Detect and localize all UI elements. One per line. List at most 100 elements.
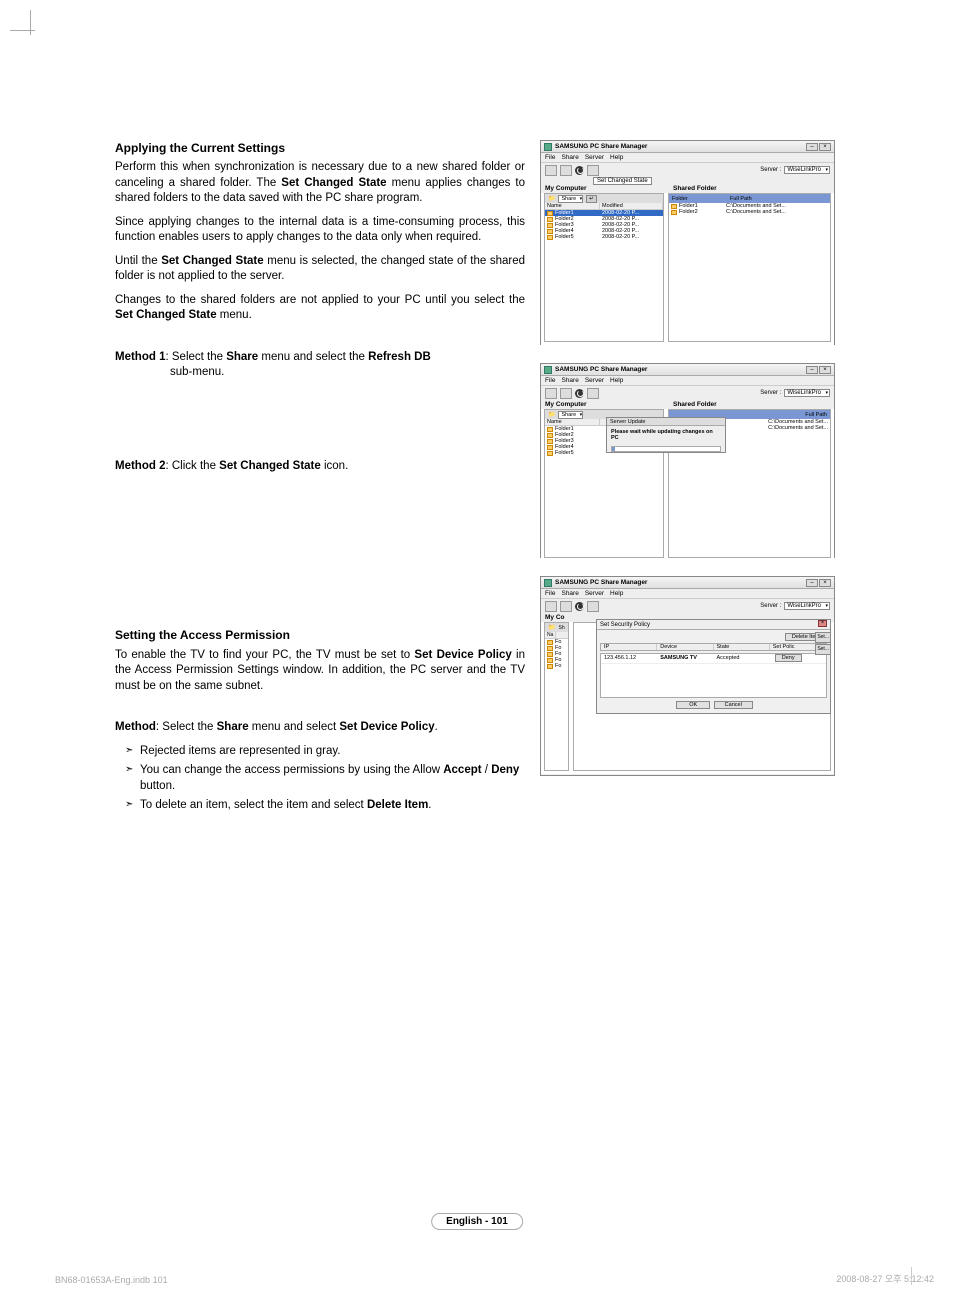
server-dropdown[interactable]: WiseLinkPro [784, 389, 830, 397]
menu-server[interactable]: Server [585, 154, 604, 161]
policy-table[interactable]: 123.456.1.12 SAMSUNG TV Accepted Deny [601, 654, 826, 664]
menu-file[interactable]: File [545, 154, 555, 161]
arrow-icon[interactable] [587, 388, 599, 399]
titlebar: SAMSUNG PC Share Manager – × [541, 577, 834, 589]
progress-message: Please wait while updating changes on PC [607, 426, 725, 444]
ok-button[interactable]: OK [676, 701, 710, 709]
section2-method: Method: Select the Share menu and select… [115, 720, 525, 736]
policy-table-header: IP Device State Set Polic [600, 643, 827, 651]
screenshot-2: SAMSUNG PC Share Manager – × File Share … [540, 363, 835, 558]
col-name: Name [545, 419, 600, 425]
bullet-2: You can change the access permissions by… [125, 763, 525, 794]
folder-list-left-clipped: FoFoFoFoFo [545, 639, 568, 769]
left-pane-clipped: 📁Sh Na FoFoFoFoFo [544, 622, 569, 771]
unshare-folder-icon[interactable] [560, 601, 572, 612]
menu-server[interactable]: Server [585, 377, 604, 384]
share-folder-icon[interactable] [545, 601, 557, 612]
close-button[interactable]: × [819, 366, 831, 374]
list-item: Fo [545, 663, 568, 669]
menu-help[interactable]: Help [610, 377, 623, 384]
col-folder: Folder [672, 196, 727, 202]
menu-server[interactable]: Server [585, 590, 604, 597]
server-label: Server : WiseLinkPro [760, 166, 830, 174]
titlebar: SAMSUNG PC Share Manager – × [541, 141, 834, 153]
my-computer-label-clipped: My Co [545, 614, 573, 621]
menu-help[interactable]: Help [610, 154, 623, 161]
col-modified: Modified [600, 203, 663, 209]
cancel-button[interactable]: Cancel [714, 701, 753, 709]
shared-folder-label: Shared Folder [665, 401, 830, 408]
window-title: SAMSUNG PC Share Manager [555, 366, 805, 373]
method2-line: Method 2: Click the Set Changed State ic… [115, 459, 525, 475]
deny-button[interactable]: Deny [775, 654, 802, 662]
menu-share[interactable]: Share [561, 590, 578, 597]
progress-bar [611, 446, 721, 452]
server-label: Server : WiseLinkPro [760, 602, 830, 610]
set-button[interactable]: Set... [815, 644, 831, 655]
left-pane: 📁Share ↵ NameModified Folder12008-02-20 … [544, 193, 664, 342]
minimize-button[interactable]: – [806, 579, 818, 587]
arrow-icon[interactable] [587, 165, 599, 176]
section1-p1: Perform this when synchronization is nec… [115, 160, 525, 207]
share-dropdown[interactable]: Share [558, 411, 583, 419]
app-icon [544, 143, 552, 151]
unshare-folder-icon[interactable] [560, 388, 572, 399]
up-button[interactable]: ↵ [586, 195, 597, 203]
set-button[interactable]: Set... [815, 632, 831, 643]
list-item[interactable]: Folder2C:\Documents and Set... [669, 209, 830, 215]
minimize-button[interactable]: – [806, 143, 818, 151]
section2-p1: To enable the TV to find your PC, the TV… [115, 648, 525, 695]
server-label: Server : WiseLinkPro [760, 389, 830, 397]
list-item[interactable]: Folder52008-02-20 P... [545, 234, 663, 240]
shared-list-right[interactable]: Folder1C:\Documents and Set...Folder2C:\… [669, 203, 830, 341]
toolbar: Server : WiseLinkPro [541, 163, 834, 177]
close-icon[interactable]: × [818, 620, 827, 627]
share-folder-icon[interactable] [545, 388, 557, 399]
footer-right: 2008-08-27 오후 5:12:42 [836, 1272, 934, 1285]
share-dropdown[interactable]: Share [558, 195, 583, 203]
menubar: File Share Server Help [541, 589, 834, 599]
section1-p2: Since applying changes to the internal d… [115, 215, 525, 246]
menu-file[interactable]: File [545, 377, 555, 384]
close-button[interactable]: × [819, 143, 831, 151]
set-changed-state-button[interactable]: Set Changed State [593, 177, 652, 185]
window-title: SAMSUNG PC Share Manager [555, 579, 805, 586]
folder-list-left[interactable]: Folder12008-02-20 P...Folder22008-02-20 … [545, 210, 663, 340]
refresh-icon[interactable] [575, 602, 584, 611]
shared-folder-label: Shared Folder [665, 185, 830, 192]
col-path: Full Path [805, 412, 827, 418]
method1-sub: sub-menu. [115, 365, 525, 381]
app-icon [544, 366, 552, 374]
arrow-icon[interactable] [587, 601, 599, 612]
close-button[interactable]: × [819, 579, 831, 587]
col-name: Name [545, 203, 600, 209]
bullet-3: To delete an item, select the item and s… [125, 798, 525, 814]
policy-dialog-title: Set Security Policy [600, 620, 650, 629]
menubar: File Share Server Help [541, 153, 834, 163]
left-text-column: Applying the Current Settings Perform th… [115, 140, 525, 818]
dialog-title: Server Update [607, 418, 725, 426]
app-icon [544, 579, 552, 587]
menu-help[interactable]: Help [610, 590, 623, 597]
server-dropdown[interactable]: WiseLinkPro [784, 166, 830, 174]
right-pane: Folder Full Path Folder1C:\Documents and… [668, 193, 831, 342]
bullet-1: Rejected items are represented in gray. [125, 744, 525, 760]
screenshot-3: SAMSUNG PC Share Manager – × File Share … [540, 576, 835, 776]
side-set-buttons: Set... Set... [815, 632, 831, 655]
unshare-folder-icon[interactable] [560, 165, 572, 176]
minimize-button[interactable]: – [806, 366, 818, 374]
server-dropdown[interactable]: WiseLinkPro [784, 602, 830, 610]
section1-heading: Applying the Current Settings [115, 140, 525, 156]
crop-marks [10, 10, 40, 40]
method1-line: Method 1: Select the Share menu and sele… [115, 350, 525, 366]
menu-share[interactable]: Share [561, 377, 578, 384]
share-folder-icon[interactable] [545, 165, 557, 176]
section1-p4: Changes to the shared folders are not ap… [115, 293, 525, 324]
refresh-icon[interactable] [575, 389, 584, 398]
my-computer-label: My Computer [545, 401, 665, 408]
refresh-icon[interactable] [575, 166, 584, 175]
titlebar: SAMSUNG PC Share Manager – × [541, 364, 834, 376]
menubar: File Share Server Help [541, 376, 834, 386]
menu-file[interactable]: File [545, 590, 555, 597]
menu-share[interactable]: Share [561, 154, 578, 161]
